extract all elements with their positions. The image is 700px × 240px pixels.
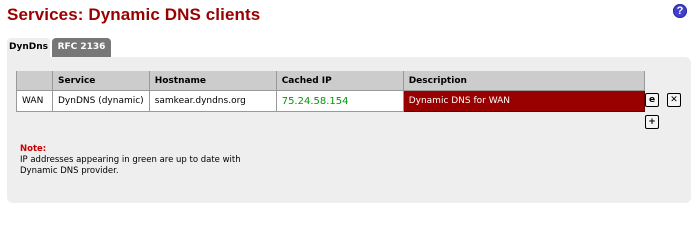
tab-dyndns[interactable]: DynDns — [7, 38, 50, 57]
delete-icon[interactable]: ✕ — [667, 93, 681, 107]
cell-cached-ip[interactable]: 75.24.58.154 — [275, 90, 404, 112]
help-icon[interactable]: ? — [673, 4, 687, 18]
note-line-2: Dynamic DNS provider. — [20, 166, 119, 176]
note-line-1: IP addresses appearing in green are up t… — [20, 155, 241, 165]
tab-rfc2136[interactable]: RFC 2136 — [52, 38, 111, 57]
note-label: Note: — [20, 144, 47, 154]
cell-description[interactable]: Dynamic DNS for WAN — [402, 90, 645, 112]
column-header-service: Service — [52, 71, 150, 91]
edit-icon[interactable]: e — [645, 93, 659, 107]
column-header-cached-ip: Cached IP — [275, 71, 404, 91]
page-title: Services: Dynamic DNS clients — [7, 5, 261, 24]
column-header-hostname: Hostname — [148, 71, 277, 91]
cell-hostname[interactable]: samkear.dyndns.org — [148, 90, 277, 112]
content-panel: Service Hostname Cached IP Description W… — [7, 57, 691, 203]
cell-service[interactable]: DynDNS (dynamic) — [52, 90, 150, 112]
table-row[interactable]: WAN DynDNS (dynamic) samkear.dyndns.org … — [16, 90, 645, 112]
column-header-interface — [16, 71, 53, 91]
cell-interface[interactable]: WAN — [16, 90, 53, 112]
column-header-description: Description — [402, 71, 645, 91]
ddns-client-table: Service Hostname Cached IP Description W… — [16, 71, 645, 112]
add-icon[interactable]: + — [645, 115, 659, 129]
info-note: Note: IP addresses appearing in green ar… — [20, 144, 241, 177]
table-header-row: Service Hostname Cached IP Description — [16, 71, 645, 91]
